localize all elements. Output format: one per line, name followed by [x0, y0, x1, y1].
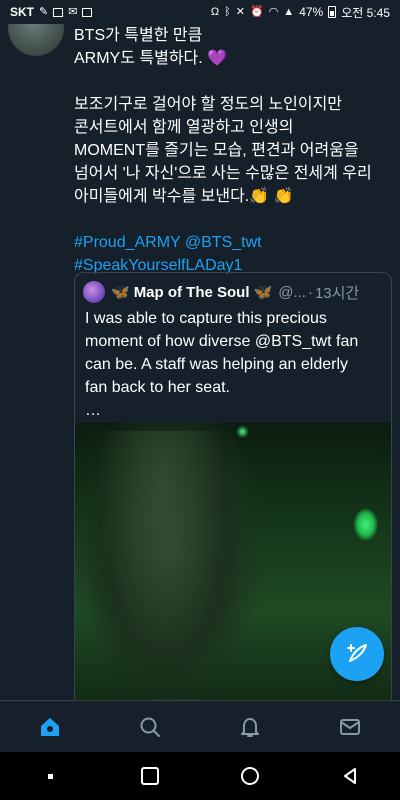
notification-dot: [30, 756, 70, 796]
nav-messages[interactable]: [326, 703, 374, 751]
clap-icon: 👏 👏: [249, 188, 294, 205]
quoted-tweet-body: I was able to capture this precious mome…: [85, 310, 359, 419]
mute-icon: ✕: [235, 6, 245, 18]
compose-button[interactable]: [330, 627, 384, 681]
tweet-paragraph: 보조기구로 걸어야 할 정도의 노인이지만 콘서트에서 함께 열광하고 인생의 …: [74, 93, 392, 208]
home-button-icon: [241, 767, 259, 785]
media-figure: [87, 431, 237, 701]
home-button[interactable]: [230, 756, 270, 796]
search-icon: [140, 717, 160, 737]
paragraph-gap-2: [74, 208, 392, 231]
battery-icon: [328, 6, 337, 18]
battery-percent: 47%: [299, 5, 324, 19]
alarm-icon: ⏰: [249, 6, 264, 18]
nav-home[interactable]: [26, 703, 74, 751]
status-bar: SKT ✎ ✉ Ω ᛒ ✕ ⏰ ◠ ▲ 47% 오전 5:45: [0, 0, 400, 24]
tweet-line-2-text: ARMY도 특별하다.: [74, 50, 203, 67]
tweet-line-1: BTS가 특별한 만큼: [74, 27, 203, 44]
headphones-icon: Ω: [210, 6, 220, 18]
status-right: Ω ᛒ ✕ ⏰ ◠ ▲ 47% 오전 5:45: [211, 4, 390, 21]
wifi-icon: ◠: [268, 6, 279, 18]
carrier-label: SKT: [10, 5, 34, 19]
system-navigation-bar: [0, 752, 400, 800]
tweet-paragraph-text: 보조기구로 걸어야 할 정도의 노인이지만 콘서트에서 함께 열광하고 인생의 …: [74, 96, 372, 205]
notification-icon: [82, 7, 93, 17]
home-icon: [41, 717, 59, 736]
compose-tweet-icon: [347, 644, 367, 662]
quoted-tweet-time: 13시간: [314, 284, 360, 302]
status-left: SKT ✎ ✉: [10, 5, 93, 19]
clock: 오전 5:45: [341, 5, 390, 20]
quoted-author-name: Map of The Soul: [133, 283, 250, 301]
tweet-text: BTS가 특별한 만큼 ARMY도 특별하다. 💜 보조기구로 걸어야 할 정도…: [74, 24, 392, 277]
screenshot-icon: ✎: [39, 6, 49, 18]
bluetooth-icon: ᛒ: [224, 6, 231, 18]
back-icon: [344, 768, 356, 784]
nav-search[interactable]: [126, 703, 174, 751]
recents-button[interactable]: [130, 756, 170, 796]
dot-icon: [47, 773, 53, 779]
message-icon: ✉: [68, 6, 78, 18]
separator-dot: ·: [307, 283, 313, 301]
butterfly-icon-2: 🦋: [253, 284, 273, 301]
messages-icon: [340, 718, 360, 735]
back-button[interactable]: [330, 756, 370, 796]
quoted-author-handle: @...: [278, 283, 306, 301]
quoted-tweet-header: 🦋 Map of The Soul 🦋 @... · 13시간: [75, 273, 391, 303]
signal-icon: ▲: [283, 6, 295, 18]
quoted-author-avatar: [83, 281, 105, 303]
gallery-icon: [53, 7, 64, 17]
recents-icon: [141, 767, 159, 785]
nav-notifications[interactable]: [226, 703, 274, 751]
hashtag-line-1[interactable]: #Proud_ARMY @BTS_twt: [74, 231, 392, 254]
butterfly-icon: 🦋: [111, 284, 130, 301]
bottom-navigation: [0, 700, 400, 752]
purple-heart-icon: 💜: [207, 50, 228, 67]
notifications-icon: [241, 717, 259, 737]
tweet-line-2: ARMY도 특별하다. 💜: [74, 47, 392, 70]
